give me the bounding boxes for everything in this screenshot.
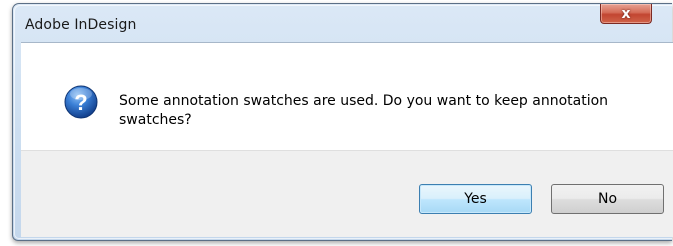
yes-button[interactable]: Yes xyxy=(419,184,532,214)
dialog-content: ? Some annotation swatches are used. Do … xyxy=(21,42,673,151)
dialog-message: Some annotation swatches are used. Do yo… xyxy=(119,93,609,128)
dialog-window: Adobe InDesign x ? Some annotation swatc… xyxy=(12,3,673,241)
close-button[interactable]: x xyxy=(600,4,652,24)
close-icon: x xyxy=(621,5,631,22)
dialog-title: Adobe InDesign xyxy=(25,17,137,33)
button-bar: Yes No xyxy=(21,150,673,237)
svg-text:?: ? xyxy=(74,90,87,115)
no-button[interactable]: No xyxy=(551,184,664,214)
question-icon: ? xyxy=(64,85,98,119)
